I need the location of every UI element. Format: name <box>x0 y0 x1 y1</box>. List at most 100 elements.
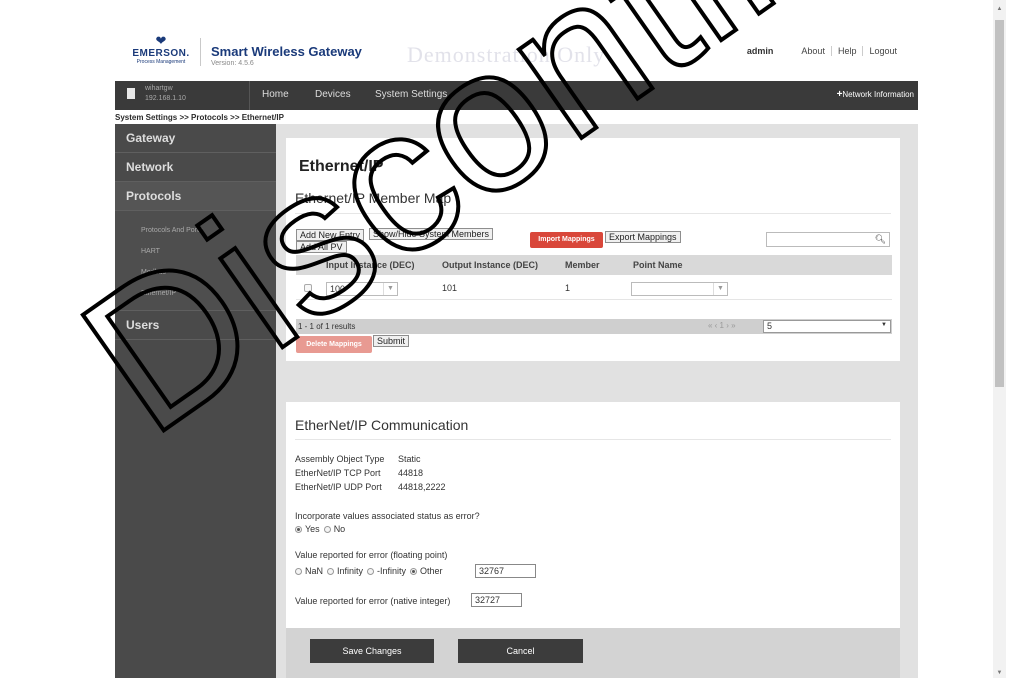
point-name-select[interactable]: ▼ <box>631 282 728 296</box>
product-version: Version: 4.5.6 <box>211 60 254 67</box>
header: ❤ EMERSON. Process Management Smart Wire… <box>115 28 915 78</box>
radio-icon <box>323 525 331 533</box>
input-instance-value: 100 <box>330 284 346 294</box>
radio-neg-infinity[interactable]: -Infinity <box>367 566 406 576</box>
search-icon[interactable]: 🔍︎ <box>875 234 886 245</box>
sidebar-item-network[interactable]: Network <box>115 153 276 182</box>
chevron-down-icon: ▼ <box>713 283 727 295</box>
about-link[interactable]: About <box>795 46 831 56</box>
cancel-button[interactable]: Cancel <box>458 639 583 663</box>
udp-value: 44818,2222 <box>398 482 446 492</box>
footer-bar: Save Changes Cancel <box>286 628 900 678</box>
nav-system-settings[interactable]: System Settings <box>375 89 447 100</box>
scroll-thumb[interactable] <box>995 20 1004 387</box>
page-size-select[interactable]: 5 ▼ <box>763 320 891 333</box>
float-radio-group: NaN Infinity -Infinity Other <box>295 566 447 576</box>
sidebar-item-users[interactable]: Users <box>115 311 276 340</box>
radio-icon <box>367 567 375 575</box>
network-information-label: Network Information <box>842 90 914 99</box>
native-error-input[interactable]: 32727 <box>471 593 522 607</box>
col-output-instance[interactable]: Output Instance (DEC) <box>442 260 538 270</box>
col-member[interactable]: Member <box>565 260 600 270</box>
radio-selected-icon <box>295 525 302 533</box>
product-title: Smart Wireless Gateway <box>211 44 362 59</box>
pager-nav[interactable]: « ‹ 1 › » <box>708 321 736 330</box>
divider <box>295 213 891 214</box>
scroll-down-icon[interactable]: ▼ <box>993 670 1006 676</box>
protocols-submenu: Protocols And Ports HART Modbus Ethernet… <box>115 211 276 311</box>
radio-no[interactable]: No <box>323 524 346 534</box>
vertical-scrollbar[interactable]: ▲ ▼ <box>993 0 1006 678</box>
sidebar-subitem-protocols-and-ports[interactable]: Protocols And Ports <box>115 220 276 241</box>
demo-banner: Demonstration Only <box>407 42 606 67</box>
col-point-name[interactable]: Point Name <box>633 260 683 270</box>
save-changes-button[interactable]: Save Changes <box>310 639 434 663</box>
emerson-logo[interactable]: ❤ EMERSON. Process Management <box>126 34 196 70</box>
radio-nan-label: NaN <box>305 566 324 576</box>
submit-button[interactable]: Submit <box>373 335 410 347</box>
nav-home[interactable]: Home <box>262 89 289 100</box>
sidebar: Gateway Network Protocols Protocols And … <box>115 124 276 678</box>
device-ip: 192.168.1.10 <box>145 95 186 102</box>
table-header: Input Instance (DEC) Output Instance (DE… <box>296 255 892 275</box>
float-error-input[interactable]: 32767 <box>475 564 536 578</box>
table-row: 100 ▼ 101 1 ▼ <box>296 278 892 300</box>
import-mappings-button[interactable]: Import Mappings <box>530 232 603 248</box>
help-link[interactable]: Help <box>830 46 863 56</box>
scroll-up-icon[interactable]: ▲ <box>993 6 1006 12</box>
search-input[interactable]: 🔍︎ <box>766 232 890 247</box>
main-navbar: wihartgw 192.168.1.10 Home Devices Syste… <box>115 81 918 110</box>
logo-divider <box>200 38 201 66</box>
member-map-card: Ethernet/IP Ethernet/IP Member Map Add N… <box>286 138 900 361</box>
add-all-pv-button[interactable]: Add All PV <box>296 241 347 253</box>
divider <box>295 439 891 440</box>
udp-port: EtherNet/IP UDP Port 44818,2222 <box>295 482 446 492</box>
radio-other[interactable]: Other <box>410 566 443 576</box>
sidebar-item-gateway[interactable]: Gateway <box>115 124 276 153</box>
member-value: 1 <box>565 283 571 293</box>
native-error-label: Value reported for error (native integer… <box>295 596 451 606</box>
radio-nan[interactable]: NaN <box>295 566 323 576</box>
radio-icon <box>327 567 335 575</box>
member-map-title: Ethernet/IP Member Map <box>295 190 452 206</box>
device-info: wihartgw 192.168.1.10 <box>115 81 250 110</box>
top-links: admin About Help Logout <box>747 46 903 56</box>
logo-word: EMERSON. <box>132 48 190 59</box>
float-error-label: Value reported for error (floating point… <box>295 550 448 560</box>
radio-icon <box>295 567 302 575</box>
sidebar-subitem-ethernet-ip[interactable]: Ethernet/IP <box>115 283 276 304</box>
assembly-label: Assembly Object Type <box>295 454 385 464</box>
radio-infinity[interactable]: Infinity <box>327 566 363 576</box>
gateway-device-icon <box>127 88 135 99</box>
page-size-value: 5 <box>767 321 773 331</box>
sidebar-subitem-hart[interactable]: HART <box>115 241 276 262</box>
add-new-entry-button[interactable]: Add New Entry <box>296 229 365 241</box>
output-instance-value: 101 <box>442 283 458 293</box>
sidebar-subitem-modbus[interactable]: Modbus <box>115 262 276 283</box>
logo-sub: Process Management <box>136 59 186 65</box>
delete-mappings-button[interactable]: Delete Mappings <box>296 336 372 353</box>
nav-devices[interactable]: Devices <box>315 89 351 100</box>
communication-title: EtherNet/IP Communication <box>295 417 469 433</box>
chevron-down-icon: ▼ <box>383 283 397 295</box>
network-information-link[interactable]: +Network Information <box>837 89 914 100</box>
incorporate-question: Incorporate values associated status as … <box>295 511 480 521</box>
show-hide-system-members-button[interactable]: Show/Hide System Members <box>369 228 494 240</box>
radio-yes[interactable]: Yes <box>295 524 320 534</box>
col-input-instance[interactable]: Input Instance (DEC) <box>326 260 415 270</box>
radio-other-label: Other <box>420 566 443 576</box>
radio-infinity-label: Infinity <box>337 566 364 576</box>
radio-no-label: No <box>333 524 346 534</box>
page: ❤ EMERSON. Process Management Smart Wire… <box>0 0 1029 678</box>
logout-link[interactable]: Logout <box>862 46 903 56</box>
assembly-value: Static <box>398 454 421 464</box>
device-name: wihartgw <box>145 85 173 92</box>
page-title: Ethernet/IP <box>299 158 384 175</box>
results-count: 1 - 1 of 1 results <box>298 322 356 331</box>
radio-selected-icon <box>410 567 418 575</box>
export-mappings-button[interactable]: Export Mappings <box>605 231 681 243</box>
input-instance-select[interactable]: 100 ▼ <box>326 282 398 296</box>
tcp-port: EtherNet/IP TCP Port 44818 <box>295 468 423 478</box>
row-checkbox[interactable] <box>304 284 312 292</box>
sidebar-item-protocols[interactable]: Protocols <box>115 182 276 211</box>
